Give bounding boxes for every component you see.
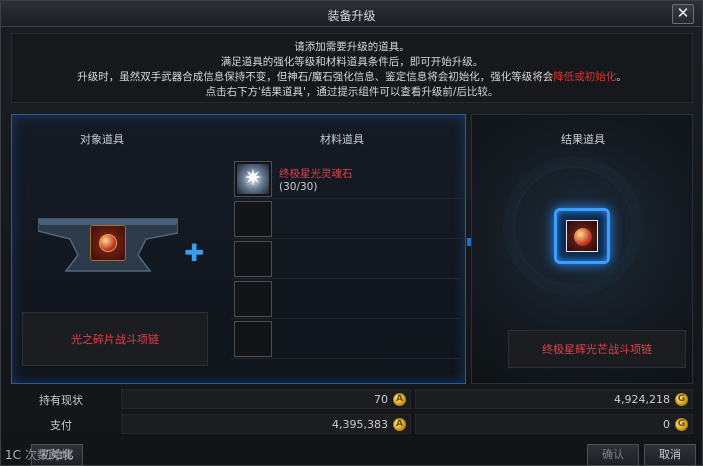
material-count: (30/30): [279, 181, 318, 193]
holding-stones-value: 70: [374, 393, 388, 406]
material-slot-empty[interactable]: [234, 241, 272, 277]
material-name: 终极星光灵魂石: [279, 168, 353, 180]
gold-coin-icon: G: [675, 418, 688, 431]
warning-text: 降低或初始化: [553, 71, 617, 83]
gold-coin-icon: A: [393, 418, 406, 431]
result-item-header: 结果道具: [561, 133, 605, 146]
gold-coin-icon: G: [675, 393, 688, 406]
material-row[interactable]: ✷ 终极星光灵魂石 (30/30): [231, 159, 461, 199]
confirm-button[interactable]: 确认: [587, 444, 639, 466]
soul-stone-icon: ✷: [237, 164, 269, 194]
payment-label: 支付: [50, 419, 72, 432]
target-item-slot[interactable]: [90, 225, 126, 261]
holding-gold: 4,924,218 G: [415, 389, 693, 409]
payment-row: 支付 4,395,383 A 0 G: [11, 414, 693, 434]
holding-row: 持有现状 70 A 4,924,218 G: [11, 389, 693, 409]
necklace-icon: [566, 220, 598, 252]
instruction-line-2: 满足道具的强化等级和材料道具条件后，即可开始升级。: [220, 56, 484, 68]
material-list: ✷ 终极星光灵魂石 (30/30): [231, 159, 461, 369]
payment-stones-value: 4,395,383: [332, 418, 388, 431]
material-row[interactable]: [231, 199, 461, 239]
cancel-button[interactable]: 取消: [644, 444, 696, 466]
payment-gold-value: 0: [663, 418, 670, 431]
instruction-line-3-end: 。: [616, 71, 627, 83]
holding-stones: 70 A: [121, 389, 411, 409]
holding-gold-value: 4,924,218: [614, 393, 670, 406]
plus-icon: ✚: [184, 239, 205, 267]
material-slot-empty[interactable]: [234, 321, 272, 357]
material-item-header: 材料道具: [320, 133, 364, 146]
target-item-header: 对象道具: [80, 133, 124, 146]
instructions-panel: 请添加需要升级的道具。 满足道具的强化等级和材料道具条件后，即可开始升级。 升级…: [11, 33, 693, 103]
window-title: 装备升级: [327, 9, 376, 23]
close-icon: ✕: [676, 4, 690, 22]
input-panel: 对象道具 材料道具 ✚ 光之碎片战斗项链 ✷ 终极星光灵魂石 (30/30): [11, 114, 466, 384]
close-button[interactable]: ✕: [672, 4, 694, 24]
watermark-text: 次数跨境: [24, 448, 73, 462]
material-row[interactable]: [231, 239, 461, 279]
material-slot[interactable]: ✷: [234, 161, 272, 197]
instruction-line-3: 升级时，虽然双手武器合成信息保持不变，但神石/魔石强化信息、鉴定信息将会初始化，…: [12, 70, 692, 85]
gold-coin-icon: A: [393, 393, 406, 406]
material-slot-empty[interactable]: [234, 281, 272, 317]
material-row[interactable]: [231, 319, 461, 359]
holding-label: 持有现状: [39, 394, 83, 407]
necklace-icon: [99, 234, 117, 252]
equipment-upgrade-window: 装备升级 ✕ 请添加需要升级的道具。 满足道具的强化等级和材料道具条件后，即可开…: [0, 0, 703, 466]
payment-stones: 4,395,383 A: [121, 414, 411, 434]
target-item-name: 光之碎片战斗项链: [22, 312, 208, 366]
instruction-line-4: 点击右下方'结果道具'，通过提示组件可以查看升级前/后比较。: [205, 86, 499, 98]
result-item-slot[interactable]: [554, 208, 610, 264]
watermark-mark: 1C: [5, 448, 22, 462]
material-row[interactable]: [231, 279, 461, 319]
result-item-name: 终极星辉光芒战斗项链: [508, 330, 686, 368]
instruction-line-1: 请添加需要升级的道具。: [294, 41, 410, 53]
payment-gold: 0 G: [415, 414, 693, 434]
material-slot-empty[interactable]: [234, 201, 272, 237]
instruction-line-3-text: 升级时，虽然双手武器合成信息保持不变，但神石/魔石强化信息、鉴定信息将会初始化，…: [77, 71, 554, 83]
watermark: 1C 次数跨境: [5, 446, 73, 463]
title-bar[interactable]: 装备升级 ✕: [1, 1, 702, 27]
